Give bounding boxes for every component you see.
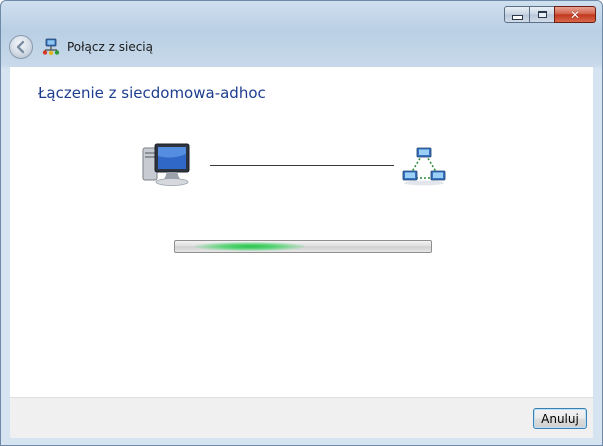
back-button[interactable] [9, 35, 33, 59]
page-heading: Łączenie z siecdomowa-adhoc [38, 84, 266, 102]
minimize-icon [511, 14, 523, 20]
cancel-button[interactable]: Anuluj [533, 408, 587, 429]
window-title: Połącz z siecią [67, 40, 153, 54]
maximize-icon [537, 11, 547, 18]
network-hub-icon [402, 147, 446, 186]
navigation-bar: Połącz z siecią [1, 30, 602, 64]
close-button[interactable]: ✕ [554, 6, 596, 23]
network-icon [42, 38, 60, 56]
minimize-button[interactable] [504, 6, 530, 23]
progress-glow [195, 242, 305, 251]
dialog-window: ✕ Połącz z siecią Łączenie z siecdomowa-… [0, 0, 603, 446]
computer-icon [142, 143, 190, 186]
back-arrow-icon [16, 40, 25, 54]
connection-line [210, 165, 394, 166]
close-icon: ✕ [569, 7, 581, 22]
button-bar: Anuluj [10, 397, 593, 438]
caption-buttons: ✕ [504, 6, 596, 23]
marquee-progress-bar [174, 240, 432, 253]
maximize-button[interactable] [529, 6, 555, 23]
main-content: Łączenie z siecdomowa-adhoc [10, 66, 593, 397]
